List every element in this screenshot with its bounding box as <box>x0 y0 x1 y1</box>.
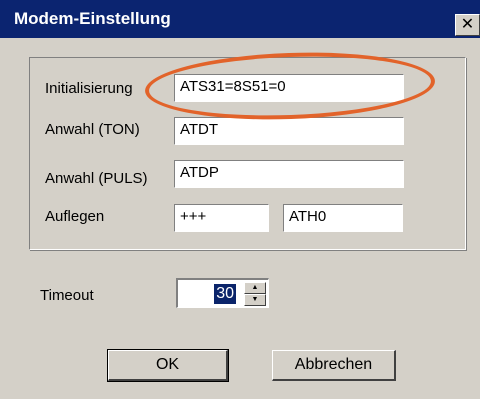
hangup-command-input[interactable]: ATH0 <box>283 204 403 232</box>
ok-button[interactable]: OK <box>107 349 229 382</box>
cancel-button[interactable]: Abbrechen <box>272 350 396 381</box>
title-bar[interactable]: Modem-Einstellung ✕ <box>0 0 480 38</box>
hangup-escape-input[interactable]: +++ <box>174 204 269 232</box>
init-label: Initialisierung <box>45 80 133 97</box>
modem-settings-dialog: Modem-Einstellung ✕ Initialisierung ATS3… <box>0 0 480 399</box>
pulse-dial-input[interactable]: ATDP <box>174 160 404 188</box>
window-title: Modem-Einstellung <box>14 9 171 28</box>
spinner-up-button[interactable]: ▲ <box>244 282 266 294</box>
tone-dial-label: Anwahl (TON) <box>45 121 140 138</box>
pulse-dial-label: Anwahl (PULS) <box>45 170 148 187</box>
close-button[interactable]: ✕ <box>455 14 480 36</box>
init-input[interactable]: ATS31=8S51=0 <box>174 74 404 102</box>
chevron-down-icon: ▼ <box>251 296 259 303</box>
chevron-up-icon: ▲ <box>251 284 259 291</box>
spinner-buttons: ▲ ▼ <box>244 282 266 306</box>
spinner-down-button[interactable]: ▼ <box>244 294 266 306</box>
timeout-label: Timeout <box>40 287 94 304</box>
close-icon: ✕ <box>460 16 475 33</box>
tone-dial-input[interactable]: ATDT <box>174 117 404 145</box>
timeout-spinner[interactable]: 30 ▲ ▼ <box>176 278 269 308</box>
hangup-label: Auflegen <box>45 208 105 225</box>
timeout-value[interactable]: 30 <box>214 284 236 304</box>
